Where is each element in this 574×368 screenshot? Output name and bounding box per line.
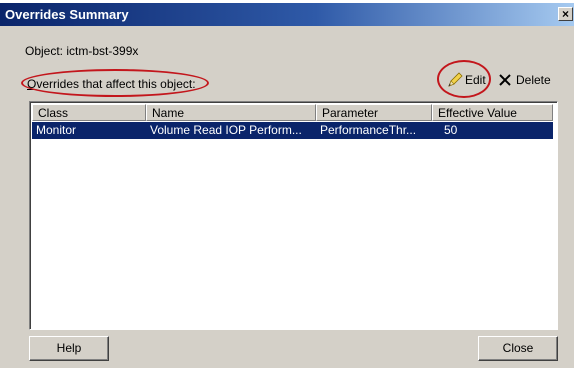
list-header: Class Name Parameter Effective Value xyxy=(32,104,555,121)
overrides-label-highlight-ellipse xyxy=(21,69,209,97)
title-bar: Overrides Summary × xyxy=(0,3,574,26)
column-header-class[interactable]: Class xyxy=(32,104,146,121)
cell-effective-value: 50 xyxy=(444,123,458,137)
close-window-button[interactable]: × xyxy=(558,7,573,21)
delete-button[interactable]: Delete xyxy=(498,69,558,91)
close-icon: × xyxy=(561,7,569,21)
close-button[interactable]: Close xyxy=(478,336,558,361)
column-header-parameter[interactable]: Parameter xyxy=(316,104,432,121)
column-header-effective-value[interactable]: Effective Value xyxy=(432,104,553,121)
overrides-list[interactable]: Class Name Parameter Effective Value Mon… xyxy=(29,101,558,330)
cell-name: Volume Read IOP Perform... xyxy=(150,123,302,137)
object-label: Object: ictm-bst-399x xyxy=(25,44,139,58)
help-button[interactable]: Help xyxy=(29,336,109,361)
window-title: Overrides Summary xyxy=(5,7,129,22)
table-row[interactable]: Monitor Volume Read IOP Perform... Perfo… xyxy=(32,122,553,139)
x-icon xyxy=(499,74,511,86)
cell-class: Monitor xyxy=(36,123,77,137)
overrides-summary-dialog: Overrides Summary × Object: ictm-bst-399… xyxy=(0,3,574,368)
edit-button-highlight-ellipse xyxy=(437,60,491,98)
column-header-name[interactable]: Name xyxy=(146,104,316,121)
cell-parameter: PerformanceThr... xyxy=(320,123,417,137)
delete-label: Delete xyxy=(516,73,551,87)
